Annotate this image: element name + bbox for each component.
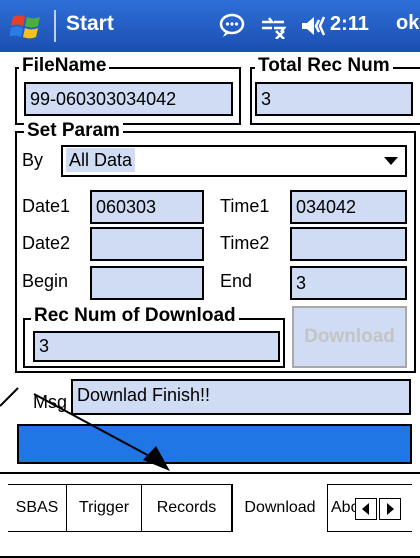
tab-top-line — [0, 472, 420, 474]
filename-label: FileName — [19, 56, 110, 76]
windows-flag-icon[interactable] — [10, 9, 44, 43]
time2-field[interactable] — [290, 227, 407, 261]
annotation-arrow-tail — [0, 387, 19, 407]
tab-strip: SBAS Trigger Records Download Abo — [8, 484, 412, 532]
title-separator — [54, 10, 56, 42]
date2-label: Date2 — [22, 233, 71, 253]
chevron-down-icon — [384, 157, 398, 165]
time2-label: Time2 — [220, 233, 270, 253]
by-select[interactable]: All Data — [61, 145, 407, 177]
arrow-right-icon — [387, 503, 394, 515]
rec-download-label: Rec Num of Download — [31, 306, 239, 326]
set-param-label: Set Param — [24, 121, 123, 141]
by-label: By — [22, 150, 44, 170]
by-select-value: All Data — [66, 148, 136, 172]
app-title[interactable]: Start — [66, 12, 114, 36]
end-label: End — [220, 271, 253, 291]
begin-label: Begin — [22, 271, 69, 291]
date1-label: Date1 — [22, 196, 71, 216]
total-rec-label: Total Rec Num — [255, 56, 393, 76]
progress-fill — [19, 426, 410, 462]
tab-scroll-right-button[interactable] — [379, 498, 401, 520]
date1-field[interactable]: 060303 — [90, 190, 204, 224]
tab-scroll-left-button[interactable] — [355, 498, 377, 520]
tab-area: SBAS Trigger Records Download Abo — [0, 472, 420, 558]
volume-icon[interactable] — [300, 13, 326, 39]
rec-download-field[interactable]: 3 — [33, 331, 280, 362]
clock[interactable]: 2:11 — [330, 13, 369, 36]
title-bar: Start 2:11 ok — [0, 0, 420, 52]
time1-field[interactable]: 034042 — [290, 190, 407, 224]
download-button[interactable]: Download — [292, 306, 407, 368]
connectivity-icon[interactable] — [258, 13, 288, 39]
time1-label: Time1 — [220, 196, 270, 216]
filename-field[interactable]: 99-060303034042 — [24, 82, 233, 116]
tab-sbas[interactable]: SBAS — [8, 485, 67, 531]
tab-trigger[interactable]: Trigger — [67, 485, 142, 531]
tab-records[interactable]: Records — [142, 485, 232, 531]
chat-icon[interactable] — [218, 13, 246, 39]
date2-field[interactable] — [90, 227, 204, 261]
tab-about[interactable]: Abo — [328, 485, 358, 531]
arrow-left-icon — [362, 503, 369, 515]
begin-field[interactable] — [90, 266, 204, 300]
end-field[interactable]: 3 — [290, 266, 407, 300]
msg-field: Downlad Finish!! — [71, 379, 411, 415]
total-rec-field[interactable]: 3 — [255, 82, 413, 116]
msg-label: Msg — [33, 392, 68, 412]
ok-button[interactable]: ok — [396, 12, 420, 40]
tab-download[interactable]: Download — [232, 484, 328, 532]
progress-bar — [17, 424, 412, 464]
